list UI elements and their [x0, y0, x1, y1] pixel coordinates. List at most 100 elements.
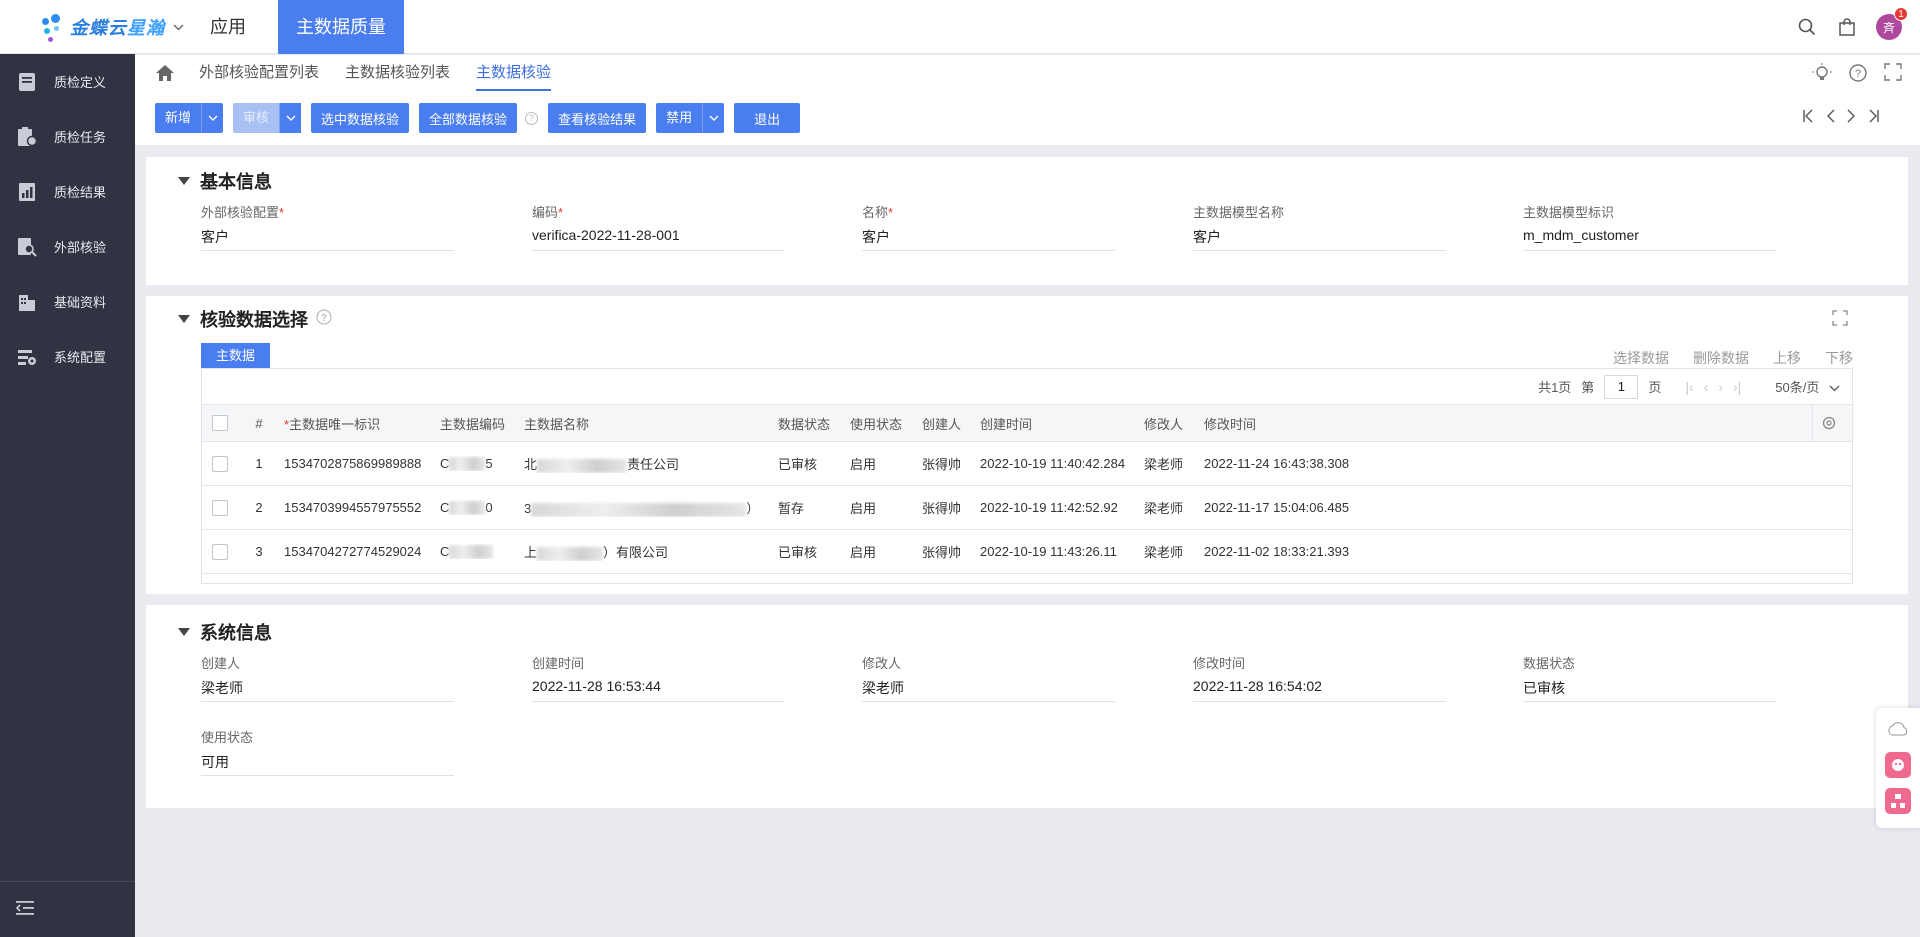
help-icon[interactable]: ? [525, 111, 539, 125]
prev-record-icon[interactable] [1826, 109, 1836, 127]
assistant-icon[interactable] [1885, 752, 1911, 778]
name-field[interactable]: 名称* 客户 [862, 202, 1115, 251]
first-page-icon[interactable]: |‹ [1685, 379, 1693, 395]
row-modified: 2022-11-17 15:04:06.485 [1204, 500, 1350, 515]
first-record-icon[interactable] [1802, 109, 1816, 127]
model-name-field[interactable]: 主数据模型名称 客户 [1193, 202, 1446, 251]
chevron-down-icon[interactable] [173, 20, 184, 34]
sidebar-item-quality-result[interactable]: 质检结果 [0, 164, 135, 219]
next-page-icon[interactable]: › [1718, 379, 1723, 395]
audit-button[interactable]: 审核 [233, 103, 302, 133]
chevron-down-icon[interactable] [201, 103, 223, 133]
external-config-field[interactable]: 外部核验配置* 客户 [201, 202, 454, 251]
last-record-icon[interactable] [1866, 109, 1880, 127]
chevron-down-icon[interactable] [702, 103, 724, 133]
expand-icon[interactable] [1832, 310, 1848, 329]
field-value[interactable]: 客户 [201, 227, 454, 251]
top-header: 金蝶云星瀚 应用 主数据质量 斉 1 [0, 0, 1920, 54]
shopping-bag-icon[interactable] [1836, 16, 1858, 38]
basic-info-title[interactable]: 基本信息 [178, 168, 272, 194]
field-value[interactable]: 可用 [201, 752, 454, 776]
sidebar-item-basic-data[interactable]: 基础资料 [0, 274, 135, 329]
row-checkbox[interactable] [212, 543, 228, 560]
page-tabs: 外部核验配置列表 主数据核验列表 主数据核验 ? [135, 55, 1920, 91]
check-all-button[interactable]: 全部数据核验 [419, 103, 518, 133]
app-logo[interactable]: 金蝶云星瀚 [0, 0, 186, 54]
page-input[interactable]: 1 [1604, 374, 1639, 399]
row-number: 3 [255, 544, 263, 559]
select-all-checkbox[interactable] [212, 415, 228, 431]
sidebar-item-system-config[interactable]: 系统配置 [0, 329, 135, 384]
home-icon[interactable] [155, 63, 175, 83]
move-down-button[interactable]: 下移 [1825, 348, 1853, 368]
tab-master-check[interactable]: 主数据核验 [476, 55, 552, 91]
fullscreen-icon[interactable] [1884, 63, 1902, 86]
cloud-icon[interactable] [1885, 716, 1911, 742]
disable-button[interactable]: 禁用 [656, 103, 725, 133]
code-field[interactable]: 编码* verifica-2022-11-28-001 [532, 202, 785, 251]
sidebar-item-quality-task[interactable]: 质检任务 [0, 109, 135, 164]
select-data-button[interactable]: 选择数据 [1613, 348, 1669, 368]
field-value[interactable]: 客户 [1193, 227, 1446, 251]
toolbar: 新增 审核 选中数据核验 全部数据核验 ? 查看核验结果 禁用 退出 [135, 91, 1920, 145]
field-value[interactable]: 梁老师 [862, 678, 1115, 702]
move-up-button[interactable]: 上移 [1773, 348, 1801, 368]
next-record-icon[interactable] [1846, 109, 1856, 127]
row-status: 已审核 [778, 457, 818, 472]
creator-field[interactable]: 创建人 梁老师 [201, 653, 454, 702]
tab-master-check-list[interactable]: 主数据核验列表 [345, 55, 450, 91]
verify-data-title[interactable]: 核验数据选择 ? [178, 306, 332, 332]
column-header: *主数据唯一标识 [284, 416, 381, 432]
row-code: C [432, 544, 516, 560]
row-checkbox[interactable] [212, 455, 228, 472]
table-row[interactable]: 2 1534703994557975552 C0 3） 暂存 启用 张得帅 20… [202, 486, 1852, 530]
sidebar-item-label: 系统配置 [54, 350, 107, 365]
field-value[interactable]: 梁老师 [201, 678, 454, 702]
row-created: 2022-10-19 11:40:42.284 [980, 456, 1126, 471]
help-icon[interactable]: ? [316, 308, 332, 330]
table-row[interactable]: 1 1534702875869989888 C5 北责任公司 已审核 启用 张得… [202, 442, 1852, 486]
data-status-field[interactable]: 数据状态 已审核 [1523, 653, 1776, 702]
field-value[interactable]: m_mdm_customer [1523, 227, 1776, 251]
modifier-field[interactable]: 修改人 梁老师 [862, 653, 1115, 702]
row-modifier: 梁老师 [1144, 457, 1184, 472]
sidebar-item-external-check[interactable]: 外部核验 [0, 219, 135, 274]
org-chart-icon[interactable] [1885, 788, 1911, 814]
sidebar-item-quality-definition[interactable]: 质检定义 [0, 54, 135, 109]
table-row[interactable]: 3 1534704272774529024 C 上）有限公司 已审核 启用 张得… [202, 530, 1852, 574]
new-button[interactable]: 新增 [155, 103, 224, 133]
created-time-field[interactable]: 创建时间 2022-11-28 16:53:44 [532, 653, 785, 702]
field-value[interactable]: 客户 [862, 227, 1115, 251]
field-value[interactable]: 2022-11-28 16:53:44 [532, 678, 785, 702]
row-checkbox[interactable] [212, 499, 228, 516]
lightbulb-icon[interactable] [1812, 63, 1832, 86]
column-header: 创建人 [922, 416, 962, 432]
model-id-field[interactable]: 主数据模型标识 m_mdm_customer [1523, 202, 1776, 251]
collapse-sidebar-button[interactable] [0, 881, 135, 937]
user-avatar[interactable]: 斉 1 [1876, 7, 1908, 40]
field-value[interactable]: 2022-11-28 16:54:02 [1193, 678, 1446, 702]
delete-data-button[interactable]: 删除数据 [1693, 348, 1749, 368]
view-result-button[interactable]: 查看核验结果 [548, 103, 647, 133]
search-icon[interactable] [1796, 16, 1818, 38]
gear-icon[interactable] [1812, 404, 1844, 442]
tab-external-config-list[interactable]: 外部核验配置列表 [199, 55, 319, 91]
field-value[interactable]: 已审核 [1523, 678, 1776, 702]
prev-page-icon[interactable]: ‹ [1704, 379, 1709, 395]
active-module-tab[interactable]: 主数据质量 [278, 0, 404, 54]
exit-button[interactable]: 退出 [734, 103, 801, 133]
chevron-down-icon[interactable] [279, 103, 302, 133]
use-status-field[interactable]: 使用状态 可用 [201, 727, 454, 776]
help-icon[interactable]: ? [1848, 63, 1868, 86]
row-creator: 张得帅 [922, 545, 962, 560]
field-value[interactable]: verifica-2022-11-28-001 [532, 227, 785, 251]
column-header: 修改时间 [1204, 416, 1257, 432]
system-info-title[interactable]: 系统信息 [178, 619, 272, 645]
row-number: 1 [255, 456, 263, 471]
page-size-select[interactable]: 50条/页 [1775, 377, 1840, 396]
modified-time-field[interactable]: 修改时间 2022-11-28 16:54:02 [1193, 653, 1446, 702]
last-page-icon[interactable]: ›| [1733, 379, 1741, 395]
app-menu[interactable]: 应用 [186, 0, 270, 54]
check-selected-button[interactable]: 选中数据核验 [311, 103, 410, 133]
tab-master-data[interactable]: 主数据 [201, 343, 271, 369]
